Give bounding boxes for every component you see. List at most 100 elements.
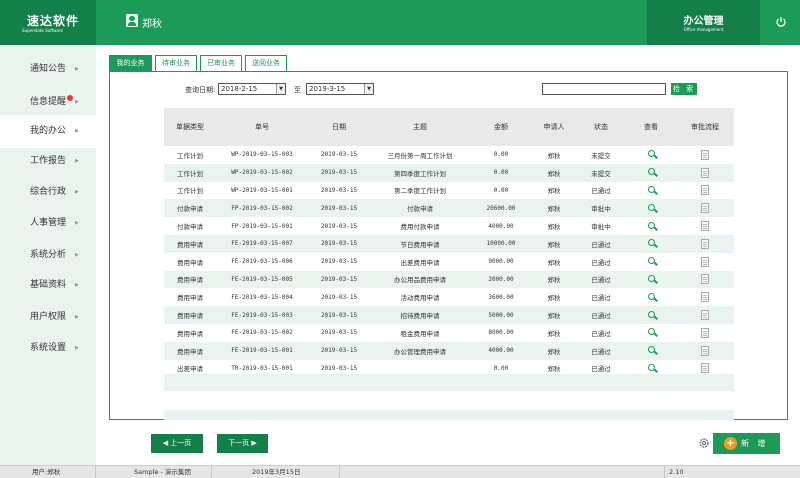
document-icon[interactable] <box>701 292 709 303</box>
sidebar-item-my-office[interactable]: 我的办公 ▶ <box>0 115 96 148</box>
document-icon[interactable] <box>701 167 709 178</box>
view-cell <box>626 199 676 218</box>
table-row[interactable]: 付款申请 FP-2019-03-15-002 2019-03-15 付款申请 20600… <box>164 199 734 218</box>
row-date: 2019-03-15 <box>308 341 370 360</box>
search-icon[interactable] <box>647 203 655 211</box>
search-icon[interactable] <box>647 185 655 193</box>
row-subject: 租金费用申请 <box>400 329 440 338</box>
row-type: 费用申请 <box>164 306 216 324</box>
gear-icon[interactable] <box>698 437 710 449</box>
search-icon[interactable] <box>647 257 655 265</box>
tab-pending[interactable]: 待审业务 <box>155 55 197 72</box>
row-applicant: 郑秋 <box>532 270 576 289</box>
table-row[interactable]: 工作计划 WP-2019-03-15-001 2019-03-15 第二季度工作计划 0… <box>164 182 734 200</box>
table-row[interactable]: 工作计划 WP-2019-03-15-002 2019-03-15 第四季度工作计划 0… <box>164 163 734 182</box>
row-number: FE-2019-03-15-001 <box>216 341 308 360</box>
view-cell <box>626 234 676 253</box>
search-icon[interactable] <box>647 221 655 229</box>
document-icon[interactable] <box>701 221 709 232</box>
row-type: 工作计划 <box>177 187 203 196</box>
search-button[interactable]: 检 索 <box>671 83 697 95</box>
approval-flow-cell <box>676 182 734 200</box>
view-cell <box>626 253 676 271</box>
keyword-search-input[interactable] <box>542 83 666 95</box>
header-user-name: 郑秋 <box>142 19 162 30</box>
document-icon[interactable] <box>701 238 709 249</box>
next-page-button[interactable]: 下一页 ▶ <box>217 434 268 453</box>
document-icon[interactable] <box>701 256 709 267</box>
start-date-select[interactable]: 2018-2-15 ▼ <box>218 83 286 95</box>
search-icon[interactable] <box>647 346 655 354</box>
column-header: 单据类型 <box>164 108 216 146</box>
table-row[interactable]: 费用申请 FE-2019-03-15-004 2019-03-15 活动费用申请 360… <box>164 288 734 306</box>
document-icon[interactable] <box>701 345 709 356</box>
tab-my-business[interactable]: 我的业务 <box>109 55 152 72</box>
sidebar-item-label: 系统设置 <box>30 343 67 353</box>
search-icon[interactable] <box>647 292 655 300</box>
table-row[interactable]: 费用申请 FE-2019-03-15-005 2019-03-15 办公用品费用申请 2… <box>164 270 734 289</box>
document-icon[interactable] <box>701 203 709 214</box>
sidebar-item-notice[interactable]: 通知公告 ▶ <box>0 53 96 86</box>
sidebar-item-label: 综合行政 <box>30 187 67 197</box>
search-icon[interactable] <box>647 310 655 318</box>
chevron-right-icon: ▶ <box>75 128 79 134</box>
sidebar-item-admin[interactable]: 综合行政 ▶ <box>0 176 96 209</box>
search-icon[interactable] <box>647 150 655 158</box>
add-new-button[interactable]: + 新 增 <box>713 433 780 454</box>
row-applicant: 郑秋 <box>547 187 561 196</box>
approval-flow-cell <box>676 341 734 360</box>
row-date: 2019-03-15 <box>320 258 358 266</box>
row-type: 付款申请 <box>164 199 216 218</box>
row-subject: 办公用品费用申请 <box>370 270 470 289</box>
search-icon[interactable] <box>647 274 655 282</box>
column-header: 主题 <box>370 108 470 146</box>
row-status: 未提交 <box>576 163 626 182</box>
document-icon[interactable] <box>701 274 709 285</box>
document-icon[interactable] <box>701 149 709 160</box>
row-applicant: 郑秋 <box>547 258 561 267</box>
sidebar-item-permissions[interactable]: 用户权限 ▶ <box>0 301 96 334</box>
approval-flow-cell <box>676 217 734 235</box>
row-applicant: 郑秋 <box>547 329 561 338</box>
document-icon[interactable] <box>701 363 709 374</box>
sidebar-item-settings[interactable]: 系统设置 ▶ <box>0 332 96 365</box>
module-title: 办公管理 <box>683 16 724 27</box>
sidebar-item-base-data[interactable]: 基础资料 ▶ <box>0 269 96 302</box>
tab-approved[interactable]: 已审业务 <box>200 55 242 72</box>
document-icon[interactable] <box>701 327 709 338</box>
row-type: 费用申请 <box>164 341 216 360</box>
tab-forwarded[interactable]: 送阅业务 <box>245 55 287 72</box>
table-row[interactable]: 费用申请 FE-2019-03-15-006 2019-03-15 出差费用申请 900… <box>164 253 734 271</box>
document-icon[interactable] <box>701 185 709 196</box>
prev-page-button[interactable]: ◀ 上一页 <box>151 434 203 453</box>
table-row[interactable]: 费用申请 FE-2019-03-15-007 2019-03-15 节日费用申请 100… <box>164 234 734 253</box>
row-subject: 第二季度工作计划 <box>394 187 446 196</box>
table-row[interactable]: 费用申请 FE-2019-03-15-001 2019-03-15 办公管理费用申请 4… <box>164 341 734 360</box>
view-cell <box>626 217 676 235</box>
sidebar-item-hr[interactable]: 人事管理 ▶ <box>0 207 96 240</box>
module-title-en: Office management <box>683 27 724 32</box>
sidebar-item-label: 我的办公 <box>30 126 67 136</box>
document-icon[interactable] <box>701 310 709 321</box>
search-icon[interactable] <box>647 328 655 336</box>
table-row[interactable]: 付款申请 FP-2019-03-15-001 2019-03-15 费用付款申请 400… <box>164 217 734 235</box>
row-type: 付款申请 <box>177 223 203 232</box>
end-date-select[interactable]: 2019-3-15 ▼ <box>306 83 374 95</box>
row-subject: 办公管理费用申请 <box>370 341 470 360</box>
power-icon[interactable] <box>775 16 787 28</box>
plus-icon: + <box>724 437 737 450</box>
sidebar-item-analysis[interactable]: 系统分析 ▶ <box>0 239 96 272</box>
chevron-right-icon: ▶ <box>75 282 79 288</box>
table-row[interactable]: 费用申请 FE-2019-03-15-003 2019-03-15 招待费用申请 500… <box>164 306 734 324</box>
search-icon[interactable] <box>647 239 655 247</box>
row-subject: 出差费用申请 <box>400 258 440 267</box>
table-row[interactable]: 工作计划 WP-2019-03-15-003 2019-03-15 三月份第一周工作计… <box>164 146 734 164</box>
table-row[interactable]: 费用申请 FE-2019-03-15-002 2019-03-15 租金费用申请 800… <box>164 324 734 342</box>
row-amount: 3600.00 <box>488 293 514 301</box>
search-icon[interactable] <box>647 168 655 176</box>
sidebar-item-label: 工作报告 <box>30 156 67 166</box>
row-amount: 9000.00 <box>488 258 514 266</box>
search-icon[interactable] <box>647 363 655 371</box>
notification-dot-icon <box>67 95 74 101</box>
sidebar-item-work-report[interactable]: 工作报告 ▶ <box>0 145 96 178</box>
